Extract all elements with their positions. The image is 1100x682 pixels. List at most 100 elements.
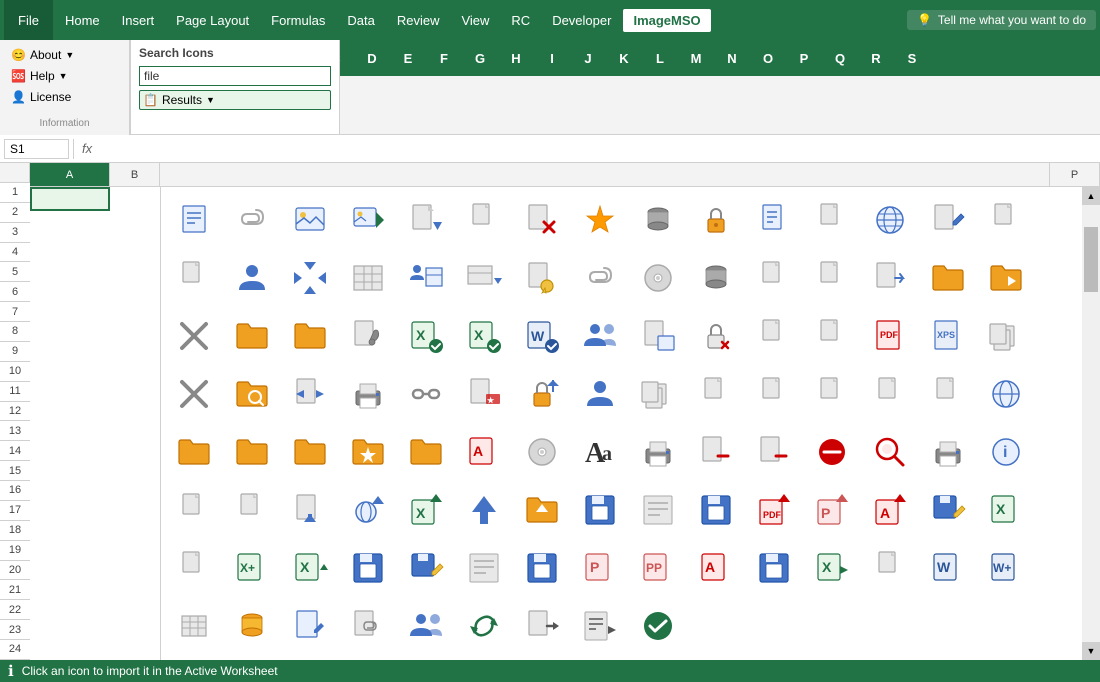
alpha-tab-p[interactable]: P (786, 40, 822, 76)
icon-file-minus[interactable] (687, 423, 744, 480)
icon-blank7[interactable] (861, 539, 918, 596)
icon-xls-export[interactable]: X (803, 539, 860, 596)
icon-globe-up[interactable] (339, 481, 396, 538)
vertical-scrollbar[interactable]: ▲ ▼ (1082, 187, 1100, 660)
icon-file-edit[interactable] (281, 597, 338, 654)
icon-multi-lines[interactable] (629, 481, 686, 538)
icon-blank[interactable] (165, 249, 222, 306)
icon-file-blank4[interactable] (745, 249, 802, 306)
row-6[interactable]: 6 (0, 282, 30, 302)
menu-view[interactable]: View (451, 9, 499, 32)
alpha-tab-j[interactable]: J (570, 40, 606, 76)
icon-up-file-blue[interactable] (281, 481, 338, 538)
icon-xls-up[interactable]: X (397, 481, 454, 538)
menu-developer[interactable]: Developer (542, 9, 621, 32)
license-button[interactable]: 👤 License (8, 88, 121, 106)
icon-file-blank8[interactable] (803, 365, 860, 422)
icon-table-small[interactable] (165, 597, 222, 654)
icon-printer[interactable] (339, 365, 396, 422)
row-19[interactable]: 19 (0, 541, 30, 561)
icon-ppt-file2[interactable]: PP (629, 539, 686, 596)
icon-ppt-up[interactable]: P (803, 481, 860, 538)
row-2[interactable]: 2 (0, 203, 30, 223)
icon-xls-x4[interactable]: X (281, 539, 338, 596)
icon-folder-arrow[interactable] (977, 249, 1034, 306)
icon-person-blue[interactable] (571, 365, 628, 422)
icon-floppy-pen[interactable] (919, 481, 976, 538)
row-14[interactable]: 14 (0, 441, 30, 461)
icon-file-star-burst[interactable] (571, 191, 628, 248)
icon-paperclip2[interactable] (571, 249, 628, 306)
icon-folder-y5[interactable] (397, 423, 454, 480)
icon-paperclip-file[interactable] (339, 597, 396, 654)
alpha-tab-o[interactable]: O (750, 40, 786, 76)
alpha-tab-e[interactable]: E (390, 40, 426, 76)
icon-doc-info[interactable]: i (977, 423, 1034, 480)
menu-imagemso[interactable]: ImageMSO (623, 9, 710, 32)
icon-table-copy[interactable] (339, 249, 396, 306)
row-15[interactable]: 15 (0, 461, 30, 481)
icon-folder-up[interactable] (513, 481, 570, 538)
icon-file-arrows[interactable] (281, 365, 338, 422)
alpha-tab-f[interactable]: F (426, 40, 462, 76)
icon-people2[interactable] (397, 597, 454, 654)
icon-doc-mini[interactable] (919, 365, 976, 422)
menu-file[interactable]: File (4, 0, 53, 40)
icon-blank4[interactable] (165, 481, 222, 538)
alpha-tab-m[interactable]: M (678, 40, 714, 76)
icon-db2[interactable] (687, 249, 744, 306)
row-24[interactable]: 24 (0, 640, 30, 660)
icon-xps-file[interactable]: XPS (919, 307, 976, 364)
icon-multi-arrow[interactable] (281, 249, 338, 306)
menu-data[interactable]: Data (337, 9, 384, 32)
icon-file-blank6[interactable] (687, 365, 744, 422)
icon-circle-minus[interactable] (803, 423, 860, 480)
icon-blank3[interactable] (803, 307, 860, 364)
icon-ppt-file[interactable]: P (571, 539, 628, 596)
icon-folder-y3[interactable] (223, 423, 280, 480)
row-8[interactable]: 8 (0, 322, 30, 342)
menu-rc[interactable]: RC (501, 9, 540, 32)
icon-file-grid-x[interactable] (513, 191, 570, 248)
icon-acc-file[interactable]: A (455, 423, 512, 480)
icon-acc-up[interactable]: A (861, 481, 918, 538)
col-header-a[interactable]: A (30, 163, 110, 186)
row-23[interactable]: 23 (0, 620, 30, 640)
row-18[interactable]: 18 (0, 521, 30, 541)
icon-check-done[interactable] (629, 597, 686, 654)
row-13[interactable]: 13 (0, 421, 30, 441)
tell-me-bar[interactable]: 💡 Tell me what you want to do (907, 10, 1096, 30)
alpha-tab-q[interactable]: Q (822, 40, 858, 76)
results-button[interactable]: 📋 Results ▼ (139, 90, 331, 110)
row-11[interactable]: 11 (0, 382, 30, 402)
icon-file-blank9[interactable] (861, 365, 918, 422)
icon-person-table[interactable] (397, 249, 454, 306)
icon-file-lines[interactable] (745, 191, 802, 248)
icon-word-file2[interactable]: W+ (977, 539, 1034, 596)
scroll-up-button[interactable]: ▲ (1082, 187, 1100, 205)
icon-floppy3[interactable] (339, 539, 396, 596)
icon-multi-doc[interactable] (977, 307, 1034, 364)
icon-img-placeholder[interactable] (281, 191, 338, 248)
search-input[interactable] (144, 69, 326, 83)
menu-page-layout[interactable]: Page Layout (166, 9, 259, 32)
icon-lock-up[interactable] (513, 365, 570, 422)
help-button[interactable]: 🆘 Help ▼ (8, 67, 121, 85)
icon-file-window[interactable] (629, 307, 686, 364)
icon-file-blank7[interactable] (745, 365, 802, 422)
alpha-tab-n[interactable]: N (714, 40, 750, 76)
name-box[interactable] (4, 139, 69, 159)
icon-multi-lines2[interactable] (455, 539, 512, 596)
row-5[interactable]: 5 (0, 262, 30, 282)
alpha-tab-g[interactable]: G (462, 40, 498, 76)
about-button[interactable]: 😊 About ▼ (8, 46, 121, 64)
icon-floppy5[interactable] (745, 539, 802, 596)
icon-word-file[interactable]: W (919, 539, 976, 596)
icon-lock-x[interactable] (687, 307, 744, 364)
icon-floppy2[interactable] (687, 481, 744, 538)
icon-x-mark[interactable] (165, 307, 222, 364)
row-12[interactable]: 12 (0, 402, 30, 422)
icon-floppy[interactable] (571, 481, 628, 538)
icon-list-file[interactable] (165, 191, 222, 248)
icon-folder-open[interactable] (919, 249, 976, 306)
